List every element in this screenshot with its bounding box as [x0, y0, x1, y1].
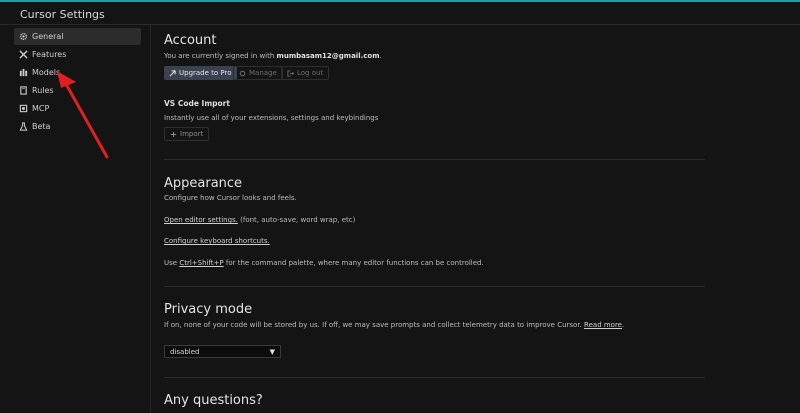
section-divider — [164, 286, 705, 287]
settings-content: Account You are currently signed in with… — [151, 25, 800, 413]
caret-down-icon: ▼ — [269, 347, 275, 356]
sidebar-item-mcp[interactable]: MCP — [14, 100, 141, 117]
sidebar-item-label: Rules — [32, 86, 54, 95]
manage-button[interactable]: Manage — [233, 66, 283, 80]
window-title: Cursor Settings — [20, 8, 105, 21]
sidebar-item-models[interactable]: Models — [14, 64, 141, 81]
manage-label: Manage — [249, 69, 277, 77]
sidebar-item-features[interactable]: Features — [14, 46, 141, 63]
signed-in-prefix: You are currently signed in with — [164, 52, 275, 60]
arrow-up-right-icon — [169, 69, 176, 76]
privacy-title: Privacy mode — [164, 302, 253, 317]
import-label: Import — [180, 130, 204, 138]
sidebar-item-label: Models — [32, 68, 61, 77]
palette-suffix: for the command palette, where many edit… — [225, 259, 484, 267]
editor-settings-line: Open editor settings. (font, auto-save, … — [164, 216, 355, 224]
log-out-label: Log out — [297, 69, 324, 77]
configure-keyboard-shortcuts-link[interactable]: Configure keyboard shortcuts. — [164, 237, 270, 245]
sidebar-item-beta[interactable]: Beta — [14, 118, 141, 135]
sidebar-item-label: Beta — [32, 122, 51, 131]
command-palette-line: Use Ctrl+Shift+P for the command palette… — [164, 259, 484, 267]
section-divider — [164, 159, 705, 160]
privacy-mode-select[interactable]: disabled ▼ — [164, 345, 281, 358]
privacy-description-line: If on, none of your code will be stored … — [164, 321, 624, 329]
gear-icon — [19, 32, 28, 41]
sidebar-item-general[interactable]: General — [14, 28, 141, 45]
sidebar-item-label: Features — [32, 50, 67, 59]
privacy-mode-value: disabled — [170, 347, 200, 356]
sidebar: General Features Models Rules MCP Beta — [0, 25, 151, 413]
appearance-description: Configure how Cursor looks and feels. — [164, 194, 297, 202]
import-button[interactable]: Import — [164, 127, 210, 141]
palette-prefix: Use — [164, 259, 178, 267]
sidebar-item-rules[interactable]: Rules — [14, 82, 141, 99]
read-more-suffix: . — [622, 321, 625, 329]
log-out-icon — [287, 69, 294, 77]
sidebar-item-label: General — [32, 32, 64, 41]
plus-icon — [170, 131, 177, 137]
upgrade-to-pro-button[interactable]: Upgrade to Pro — [164, 66, 237, 80]
flask-icon — [19, 122, 28, 131]
gear-icon — [239, 70, 246, 76]
account-title: Account — [164, 33, 217, 48]
section-divider — [164, 377, 705, 378]
vscode-import-title: VS Code Import — [164, 99, 230, 108]
read-more-link[interactable]: Read more — [584, 321, 622, 329]
sidebar-item-label: MCP — [32, 104, 50, 113]
tools-icon — [19, 50, 28, 59]
editor-settings-suffix: (font, auto-save, word wrap, etc) — [240, 216, 356, 224]
signed-in-text: You are currently signed in with mumbasa… — [164, 52, 382, 60]
signed-in-suffix: . — [379, 52, 382, 60]
privacy-description: If on, none of your code will be stored … — [164, 321, 582, 329]
models-icon — [19, 68, 28, 77]
keyboard-shortcuts-line: Configure keyboard shortcuts. — [164, 237, 270, 245]
questions-title: Any questions? — [164, 393, 263, 408]
mcp-icon — [19, 104, 28, 113]
command-palette-shortcut[interactable]: Ctrl+Shift+P — [179, 259, 223, 267]
vscode-import-description: Instantly use all of your extensions, se… — [164, 114, 379, 122]
upgrade-label: Upgrade to Pro — [179, 69, 232, 77]
log-out-button[interactable]: Log out — [281, 66, 330, 80]
book-icon — [20, 86, 27, 95]
title-bar: Cursor Settings — [0, 2, 800, 25]
open-editor-settings-link[interactable]: Open editor settings. — [164, 216, 238, 224]
account-email: mumbasam12@gmail.com — [276, 52, 380, 60]
appearance-title: Appearance — [164, 176, 243, 191]
